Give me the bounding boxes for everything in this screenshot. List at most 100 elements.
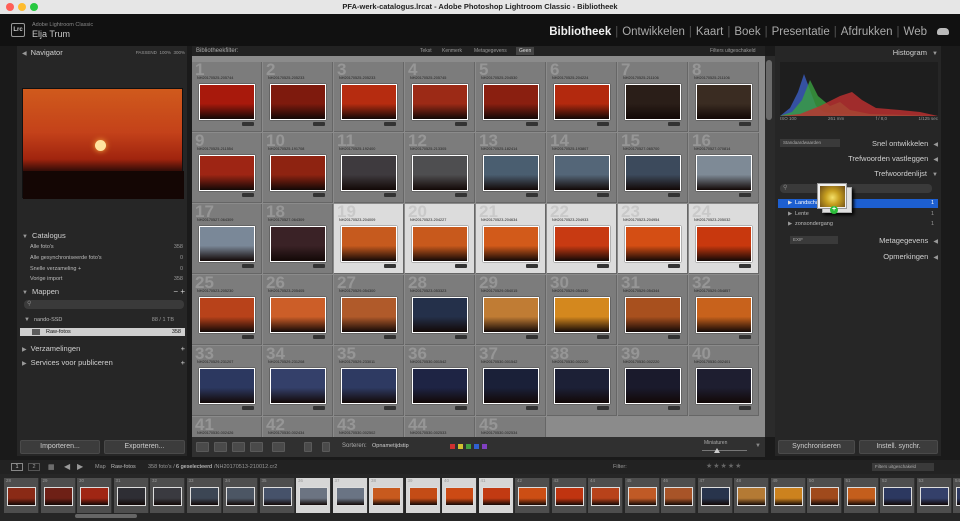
- filmstrip-cell[interactable]: 28: [4, 478, 39, 513]
- photo-thumbnail[interactable]: [199, 297, 255, 333]
- photo-thumbnail[interactable]: [696, 368, 752, 404]
- keyword-list-header[interactable]: Trefwoordenlijst ▼: [780, 168, 938, 180]
- filmstrip-cell[interactable]: 31: [113, 478, 149, 513]
- grid-cell[interactable]: 23 NH20170523-204954: [618, 204, 688, 274]
- navigator-preview[interactable]: [22, 88, 184, 199]
- filmstrip-cell[interactable]: 53: [916, 478, 952, 513]
- grid-cell[interactable]: 39 NH20170530-002220: [618, 346, 688, 416]
- filmstrip-cell[interactable]: 45: [624, 478, 660, 513]
- grid-cell[interactable]: 33 NH20170529-231207: [192, 346, 262, 416]
- filmstrip-cell[interactable]: 32: [150, 478, 185, 513]
- grid-cell[interactable]: 11 NH20170525-192400: [334, 133, 404, 203]
- grid-cell[interactable]: 7 NH20170525-211106: [618, 62, 688, 132]
- filmstrip-thumbnail[interactable]: [226, 487, 255, 506]
- module-0[interactable]: Bibliotheek: [546, 26, 614, 38]
- photo-thumbnail[interactable]: [483, 155, 539, 191]
- catalog-item[interactable]: Alle foto's 358: [30, 243, 183, 251]
- grid-cell[interactable]: 42 NH20170530-002434: [263, 417, 333, 437]
- filmstrip-scroll-thumb[interactable]: [75, 514, 137, 518]
- filter-preset-dropdown[interactable]: Filters uitgeschakeld: [707, 47, 759, 55]
- publish-services-header[interactable]: ▶ Services voor publiceren +: [22, 357, 185, 369]
- synchronize-button[interactable]: Synchroniseren: [778, 440, 855, 454]
- grid-cell[interactable]: 32 NH20170529-054857: [689, 275, 759, 345]
- photo-thumbnail[interactable]: [270, 297, 326, 333]
- grid-cell[interactable]: 2 NH20170525-205233: [263, 62, 333, 132]
- grid-cell[interactable]: 28 NH20170523-053323: [405, 275, 475, 345]
- grid-cell[interactable]: 30 NH20170529-054330: [547, 275, 617, 345]
- filmstrip-thumbnail[interactable]: [518, 487, 547, 506]
- keyword-item[interactable]: ▶ Lente 1: [778, 210, 938, 219]
- thumbnail-size-slider[interactable]: [702, 450, 747, 451]
- photo-thumbnail[interactable]: [199, 226, 255, 262]
- metadata-header[interactable]: Metagegevens ◀: [780, 235, 938, 247]
- grid-cell[interactable]: 9 NH20170525-211554: [192, 133, 262, 203]
- photo-thumbnail[interactable]: [412, 297, 468, 333]
- filmstrip-cell[interactable]: 46: [661, 478, 696, 513]
- grid-cell[interactable]: 31 NH20170529-054344: [618, 275, 688, 345]
- filmstrip-thumbnail[interactable]: [664, 487, 693, 506]
- filmstrip-thumbnail[interactable]: [335, 487, 365, 506]
- photo-thumbnail[interactable]: [483, 226, 539, 262]
- module-5[interactable]: Afdrukken: [838, 26, 896, 38]
- photo-thumbnail[interactable]: [554, 368, 610, 404]
- grid-cell[interactable]: 25 NH20170523-205230: [192, 275, 262, 345]
- filmstrip-cell[interactable]: 44: [588, 478, 623, 513]
- filmstrip-thumbnail[interactable]: [591, 487, 620, 506]
- module-3[interactable]: Boek: [731, 26, 763, 38]
- photo-thumbnail[interactable]: [696, 226, 752, 262]
- grid-cell[interactable]: 44 NH20170530-002533: [405, 417, 475, 437]
- filmstrip-cell[interactable]: 50: [807, 478, 842, 513]
- keyword-item[interactable]: ▶ zonsondergang 1: [778, 220, 938, 229]
- photo-thumbnail[interactable]: [554, 226, 610, 262]
- photo-thumbnail[interactable]: [412, 84, 468, 120]
- photo-thumbnail[interactable]: [341, 226, 397, 262]
- grid-cell[interactable]: 22 NH20170523-204933: [547, 204, 617, 274]
- filmstrip-thumbnail[interactable]: [700, 487, 730, 506]
- grid-cell[interactable]: 27 NH20170529-054300: [334, 275, 404, 345]
- zoom-window-button[interactable]: [30, 3, 38, 11]
- photo-thumbnail[interactable]: [341, 155, 397, 191]
- photo-thumbnail[interactable]: [696, 84, 752, 120]
- filter-text[interactable]: Tekst: [417, 47, 435, 55]
- photo-thumbnail[interactable]: [199, 368, 255, 404]
- compare-view-icon[interactable]: [232, 442, 245, 452]
- photo-thumbnail[interactable]: [696, 155, 752, 191]
- grid-cell[interactable]: 21 NH20170523-204634: [476, 204, 546, 274]
- photo-thumbnail[interactable]: [270, 226, 326, 262]
- module-1[interactable]: Ontwikkelen: [619, 26, 688, 38]
- catalog-item[interactable]: Vorige import 358: [30, 275, 183, 283]
- sort-dropdown[interactable]: Opnametijdstip: [372, 443, 409, 449]
- collections-header[interactable]: ▶ Verzamelingen +: [22, 343, 185, 355]
- photo-thumbnail[interactable]: [341, 297, 397, 333]
- label-green-swatch[interactable]: [466, 444, 471, 449]
- filmstrip-thumbnail[interactable]: [956, 487, 960, 506]
- photo-thumbnail[interactable]: [270, 84, 326, 120]
- grid-view-icon[interactable]: [196, 442, 209, 452]
- folder-search-input[interactable]: ⚲: [24, 300, 184, 309]
- filmstrip-cell[interactable]: 29: [40, 478, 76, 513]
- grid-cell[interactable]: 8 NH20170525-211106: [689, 62, 759, 132]
- source-folder-link[interactable]: Raw-fotos: [111, 464, 136, 470]
- filmstrip-cell[interactable]: 48: [734, 478, 769, 513]
- photo-thumbnail[interactable]: [625, 297, 681, 333]
- survey-view-icon[interactable]: [250, 442, 263, 452]
- grid-cell[interactable]: 17 NH20170527-064309: [192, 204, 262, 274]
- filmstrip-thumbnail[interactable]: [299, 487, 328, 506]
- photo-thumbnail[interactable]: [554, 297, 610, 333]
- filmstrip-cell[interactable]: 41: [478, 478, 514, 513]
- filmstrip-cell[interactable]: 49: [770, 478, 806, 513]
- rating-filter[interactable]: ★★★★★: [706, 462, 742, 470]
- module-6[interactable]: Web: [901, 26, 930, 38]
- export-button[interactable]: Exporteren...: [104, 440, 185, 454]
- grid-cell[interactable]: 29 NH20170529-054015: [476, 275, 546, 345]
- people-view-icon[interactable]: [272, 442, 285, 452]
- module-4[interactable]: Presentatie: [769, 26, 833, 38]
- filmstrip-cell[interactable]: 54: [953, 478, 960, 513]
- grid-cell[interactable]: 45 NH20170530-002534: [476, 417, 546, 437]
- catalog-item[interactable]: Alle gesynchroniseerde foto's 0: [30, 254, 183, 262]
- photo-thumbnail[interactable]: [199, 84, 255, 120]
- filmstrip-thumbnail[interactable]: [627, 487, 657, 506]
- photo-thumbnail[interactable]: [412, 155, 468, 191]
- grid-cell[interactable]: 41 NH20170530-002426: [192, 417, 262, 437]
- folder-row-selected[interactable]: Raw-fotos 358: [20, 328, 185, 336]
